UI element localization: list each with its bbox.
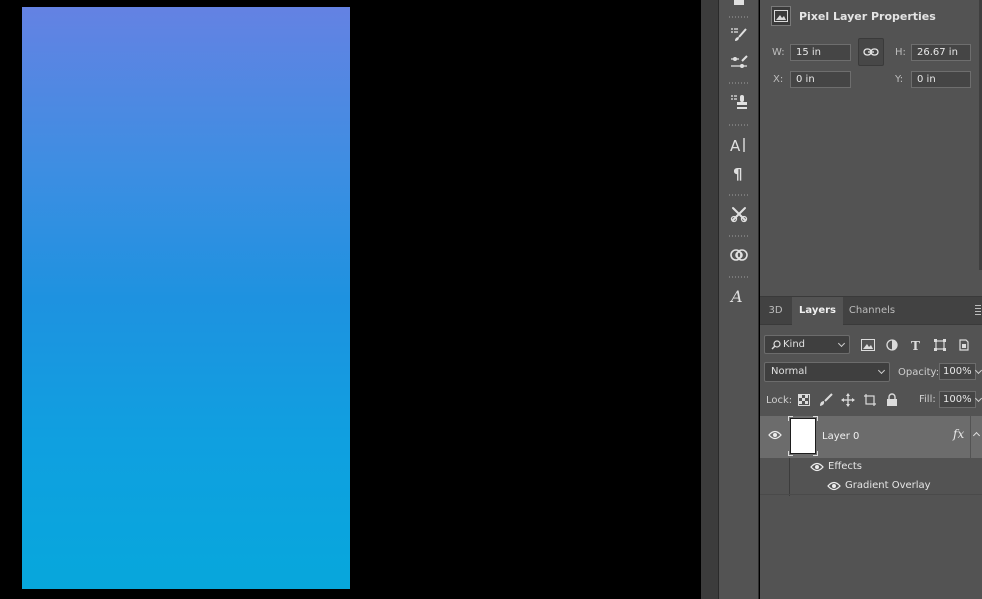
properties-title: Pixel Layer Properties bbox=[799, 10, 936, 23]
x-label: X: bbox=[773, 74, 784, 85]
creative-cloud-libraries-icon[interactable] bbox=[727, 244, 751, 266]
chevron-down-icon bbox=[877, 366, 886, 375]
character-panel-icon[interactable]: A bbox=[727, 134, 751, 156]
y-position-field[interactable]: 0 in bbox=[911, 71, 971, 88]
collapsed-panels-strip: A ¶ A bbox=[719, 0, 759, 599]
filter-adjustment-icon[interactable] bbox=[884, 337, 900, 353]
tool-presets-icon[interactable] bbox=[727, 203, 751, 225]
opacity-label: Opacity: bbox=[898, 367, 940, 378]
panel-menu-icon[interactable] bbox=[975, 305, 981, 315]
tab-channels[interactable]: Channels bbox=[846, 297, 898, 325]
brush-presets-icon[interactable] bbox=[727, 24, 751, 46]
panel-grip[interactable] bbox=[729, 16, 749, 18]
filter-kind-select[interactable]: Kind bbox=[764, 335, 850, 354]
paragraph-panel-icon[interactable]: ¶ bbox=[727, 162, 751, 184]
gradient-overlay-visibility-eye-icon[interactable] bbox=[827, 481, 841, 491]
lock-position-icon[interactable] bbox=[841, 393, 855, 407]
clone-source-icon[interactable] bbox=[727, 91, 751, 113]
lock-image-pixels-icon[interactable] bbox=[819, 393, 833, 407]
height-field[interactable]: 26.67 in bbox=[911, 44, 971, 61]
filter-shape-icon[interactable] bbox=[932, 337, 948, 353]
fill-label: Fill: bbox=[919, 394, 936, 405]
tab-layers[interactable]: Layers bbox=[792, 297, 843, 326]
y-label: Y: bbox=[895, 74, 904, 85]
lock-all-icon[interactable] bbox=[885, 393, 899, 407]
panel-grip[interactable] bbox=[729, 124, 749, 126]
layer-list-divider bbox=[760, 494, 982, 495]
layer-name[interactable]: Layer 0 bbox=[822, 431, 859, 442]
filter-type-icon[interactable]: T bbox=[908, 337, 924, 353]
panel-grip[interactable] bbox=[729, 82, 749, 84]
document-canvas-gradient[interactable] bbox=[22, 7, 350, 589]
effects-collapse-toggle[interactable] bbox=[971, 416, 982, 458]
panel-grip[interactable] bbox=[729, 276, 749, 278]
lock-label: Lock: bbox=[766, 395, 793, 406]
gradient-overlay-label: Gradient Overlay bbox=[845, 480, 931, 491]
svg-text:¶: ¶ bbox=[733, 165, 743, 182]
layers-panel: 3D Layers Channels Kind T Normal Opacity… bbox=[760, 297, 982, 599]
effects-label: Effects bbox=[828, 461, 862, 472]
document-canvas-area[interactable] bbox=[0, 0, 701, 599]
width-field[interactable]: 15 in bbox=[790, 44, 851, 61]
panel-grip[interactable] bbox=[729, 194, 749, 196]
tab-3d[interactable]: 3D bbox=[760, 297, 791, 325]
width-label: W: bbox=[772, 47, 785, 58]
blend-mode-select[interactable]: Normal bbox=[764, 362, 890, 382]
panel-grip[interactable] bbox=[729, 235, 749, 237]
filter-pixel-icon[interactable] bbox=[860, 337, 876, 353]
fill-chevron-icon[interactable] bbox=[974, 394, 982, 403]
panel-dock-gutter bbox=[701, 0, 719, 599]
layer-effects-badge[interactable]: fx bbox=[953, 427, 964, 441]
svg-text:T: T bbox=[911, 339, 920, 351]
svg-text:A: A bbox=[729, 287, 743, 305]
x-position-field[interactable]: 0 in bbox=[790, 71, 851, 88]
chain-link-icon bbox=[863, 48, 879, 56]
layer-thumbnail[interactable] bbox=[788, 416, 818, 456]
search-icon bbox=[771, 340, 781, 350]
visibility-eye-icon[interactable] bbox=[768, 430, 782, 440]
fill-field[interactable]: 100% bbox=[939, 391, 976, 408]
filter-smart-object-icon[interactable] bbox=[956, 337, 972, 353]
effects-visibility-eye-icon[interactable] bbox=[810, 462, 824, 472]
lock-transparent-pixels-icon[interactable] bbox=[797, 393, 811, 407]
effects-row[interactable]: Effects bbox=[789, 458, 982, 477]
brush-settings-icon[interactable] bbox=[727, 52, 751, 74]
chevron-up-icon bbox=[972, 431, 981, 440]
opacity-field[interactable]: 100% bbox=[939, 363, 976, 380]
pixel-layer-image-icon bbox=[771, 6, 791, 26]
layer-row[interactable]: Layer 0 fx bbox=[760, 416, 970, 458]
chevron-down-icon bbox=[837, 339, 846, 348]
lock-artboard-icon[interactable] bbox=[863, 393, 877, 407]
link-dimensions-button[interactable] bbox=[858, 38, 884, 66]
history-icon[interactable] bbox=[727, 0, 751, 12]
properties-header: Pixel Layer Properties bbox=[760, 0, 982, 34]
properties-panel: Pixel Layer Properties W: 15 in H: 26.67… bbox=[760, 0, 982, 297]
panel-tab-bar: 3D Layers Channels bbox=[760, 297, 982, 326]
height-label: H: bbox=[895, 47, 906, 58]
opacity-chevron-icon[interactable] bbox=[974, 366, 982, 375]
blend-mode-value: Normal bbox=[771, 366, 808, 377]
filter-kind-value: Kind bbox=[783, 339, 806, 350]
svg-text:A: A bbox=[730, 137, 741, 154]
glyphs-icon[interactable]: A bbox=[727, 285, 751, 307]
